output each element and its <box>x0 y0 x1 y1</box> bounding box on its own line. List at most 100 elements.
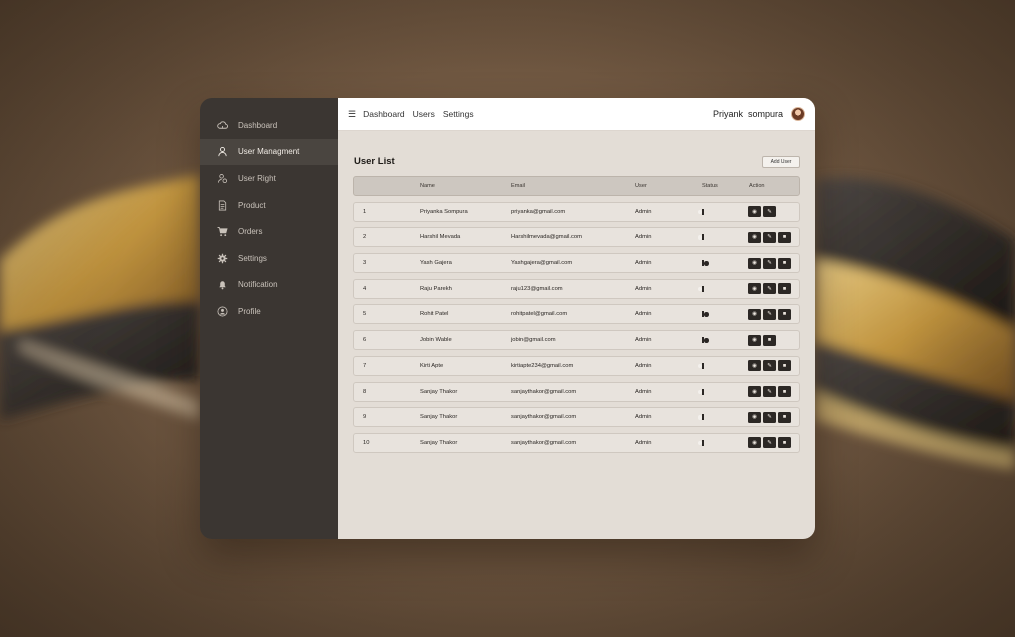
sidebar-item-settings[interactable]: Settings <box>200 245 338 272</box>
app-window: Dashboard User Managment User Right Prod… <box>200 98 815 539</box>
nav-link-users[interactable]: Users <box>413 109 435 119</box>
status-cell <box>692 311 739 318</box>
toggle-knob <box>704 312 709 317</box>
edit-icon: ✎ <box>767 260 772 267</box>
sidebar-item-product[interactable]: Product <box>200 192 338 219</box>
status-toggle[interactable] <box>697 439 704 446</box>
edit-button[interactable]: ✎ <box>763 257 776 269</box>
edit-button[interactable]: ✎ <box>763 206 776 218</box>
view-button[interactable]: ◉ <box>748 386 761 397</box>
status-toggle[interactable] <box>697 362 704 369</box>
add-user-button[interactable]: Add User <box>762 156 800 168</box>
trash-icon: ■ <box>782 285 787 292</box>
table-row: 10 Sanjay Thakor sanjaythakor@gmail.com … <box>353 432 800 453</box>
toggle-knob <box>697 363 702 369</box>
view-button[interactable]: ◉ <box>748 283 761 295</box>
sidebar-item-label: Product <box>238 200 266 210</box>
view-button[interactable]: ◉ <box>748 334 761 346</box>
table-row: 2 Harshil Mevada Harshilmevada@gmail.com… <box>353 227 800 248</box>
edit-icon: ✎ <box>767 414 772 421</box>
status-toggle[interactable] <box>697 388 704 395</box>
hamburger-menu-icon[interactable]: ☰ <box>348 109 356 120</box>
user-email-cell: priyanka@gmail.com <box>511 208 566 215</box>
status-toggle[interactable] <box>697 234 704 241</box>
status-toggle[interactable] <box>702 311 709 318</box>
column-header-user: User <box>635 183 647 189</box>
eye-icon: ◉ <box>752 260 757 267</box>
trash-icon: ■ <box>767 337 772 344</box>
edit-button[interactable]: ✎ <box>763 386 776 397</box>
user-icon <box>216 146 228 158</box>
delete-button[interactable]: ■ <box>778 308 791 320</box>
eye-icon: ◉ <box>752 208 757 215</box>
status-toggle[interactable] <box>697 285 704 292</box>
view-button[interactable]: ◉ <box>748 411 761 423</box>
nav-link-settings[interactable]: Settings <box>443 109 474 119</box>
edit-button[interactable]: ✎ <box>763 231 776 243</box>
sidebar-item-user-right[interactable]: User Right <box>200 165 338 192</box>
user-email-cell: sanjaythakor@gmail.com <box>511 388 577 395</box>
edit-button[interactable]: ✎ <box>763 308 776 320</box>
edit-icon: ✎ <box>767 285 772 292</box>
user-email-cell: sanjaythakor@gmail.com <box>511 414 577 421</box>
delete-button[interactable]: ■ <box>763 334 776 346</box>
cloud-icon <box>216 119 228 131</box>
column-header-action: Action <box>749 183 765 189</box>
view-button[interactable]: ◉ <box>748 308 761 320</box>
action-buttons: ◉ ✎ ■ <box>739 308 799 320</box>
user-rights-icon <box>216 172 228 184</box>
view-button[interactable]: ◉ <box>748 231 761 243</box>
view-button[interactable]: ◉ <box>748 257 761 269</box>
view-button[interactable]: ◉ <box>748 437 761 449</box>
gear-icon <box>216 252 228 264</box>
sidebar-item-notification[interactable]: Notification <box>200 272 338 299</box>
row-number: 6 <box>363 337 367 344</box>
sidebar-item-label: User Managment <box>238 147 300 157</box>
trash-icon: ■ <box>782 439 787 446</box>
edit-button[interactable]: ✎ <box>763 283 776 295</box>
sidebar-item-profile[interactable]: Profile <box>200 298 338 325</box>
status-toggle[interactable] <box>702 260 709 267</box>
sidebar-item-label: Profile <box>238 306 261 316</box>
row-number: 3 <box>363 260 367 267</box>
table-row: 3 Yash Gajera Yashgajera@gmail.com Admin… <box>353 253 800 274</box>
action-buttons: ◉ ✎ ■ <box>739 283 799 295</box>
status-toggle[interactable] <box>697 414 704 421</box>
sidebar-item-dashboard[interactable]: Dashboard <box>200 112 338 139</box>
edit-button[interactable]: ✎ <box>763 437 776 449</box>
status-cell <box>692 414 739 421</box>
view-button[interactable]: ◉ <box>748 360 761 372</box>
delete-button[interactable]: ■ <box>778 360 791 372</box>
user-role-cell: Admin <box>635 208 652 215</box>
sidebar-item-user-management[interactable]: User Managment <box>200 138 338 166</box>
status-toggle[interactable] <box>702 337 709 344</box>
edit-button[interactable]: ✎ <box>763 360 776 372</box>
delete-button[interactable]: ■ <box>778 283 791 295</box>
status-toggle[interactable] <box>697 208 704 215</box>
view-button[interactable]: ◉ <box>748 206 761 218</box>
sidebar-item-orders[interactable]: Orders <box>200 218 338 245</box>
user-role-cell: Admin <box>635 285 652 292</box>
table-row: 4 Raju Parekh raju123@gmail.com Admin ◉ ✎… <box>353 278 800 299</box>
row-number: 5 <box>363 311 367 318</box>
delete-button[interactable]: ■ <box>778 257 791 269</box>
delete-button[interactable]: ■ <box>778 386 791 397</box>
user-email-cell: sanjaythakor@gmail.com <box>511 439 577 446</box>
eye-icon: ◉ <box>752 234 757 241</box>
row-number: 4 <box>363 285 367 292</box>
user-email-cell: jobin@gmail.com <box>511 337 556 344</box>
delete-button[interactable]: ■ <box>778 437 791 449</box>
delete-button[interactable]: ■ <box>778 231 791 243</box>
action-buttons: ◉ ✎ ■ <box>739 437 799 449</box>
user-menu[interactable]: Priyank sompura <box>713 107 805 121</box>
sidebar-item-label: User Right <box>238 173 276 183</box>
column-header-status: Status <box>702 183 718 189</box>
avatar[interactable] <box>791 107 805 121</box>
eye-icon: ◉ <box>752 285 757 292</box>
delete-button[interactable]: ■ <box>778 411 791 423</box>
action-buttons: ◉ ✎ ■ <box>739 411 799 423</box>
user-name-cell: Priyanka Sompura <box>420 208 468 215</box>
nav-link-dashboard[interactable]: Dashboard <box>363 109 405 119</box>
edit-button[interactable]: ✎ <box>763 411 776 423</box>
table-row: 9 Sanjay Thakor sanjaythakor@gmail.com A… <box>353 407 800 428</box>
